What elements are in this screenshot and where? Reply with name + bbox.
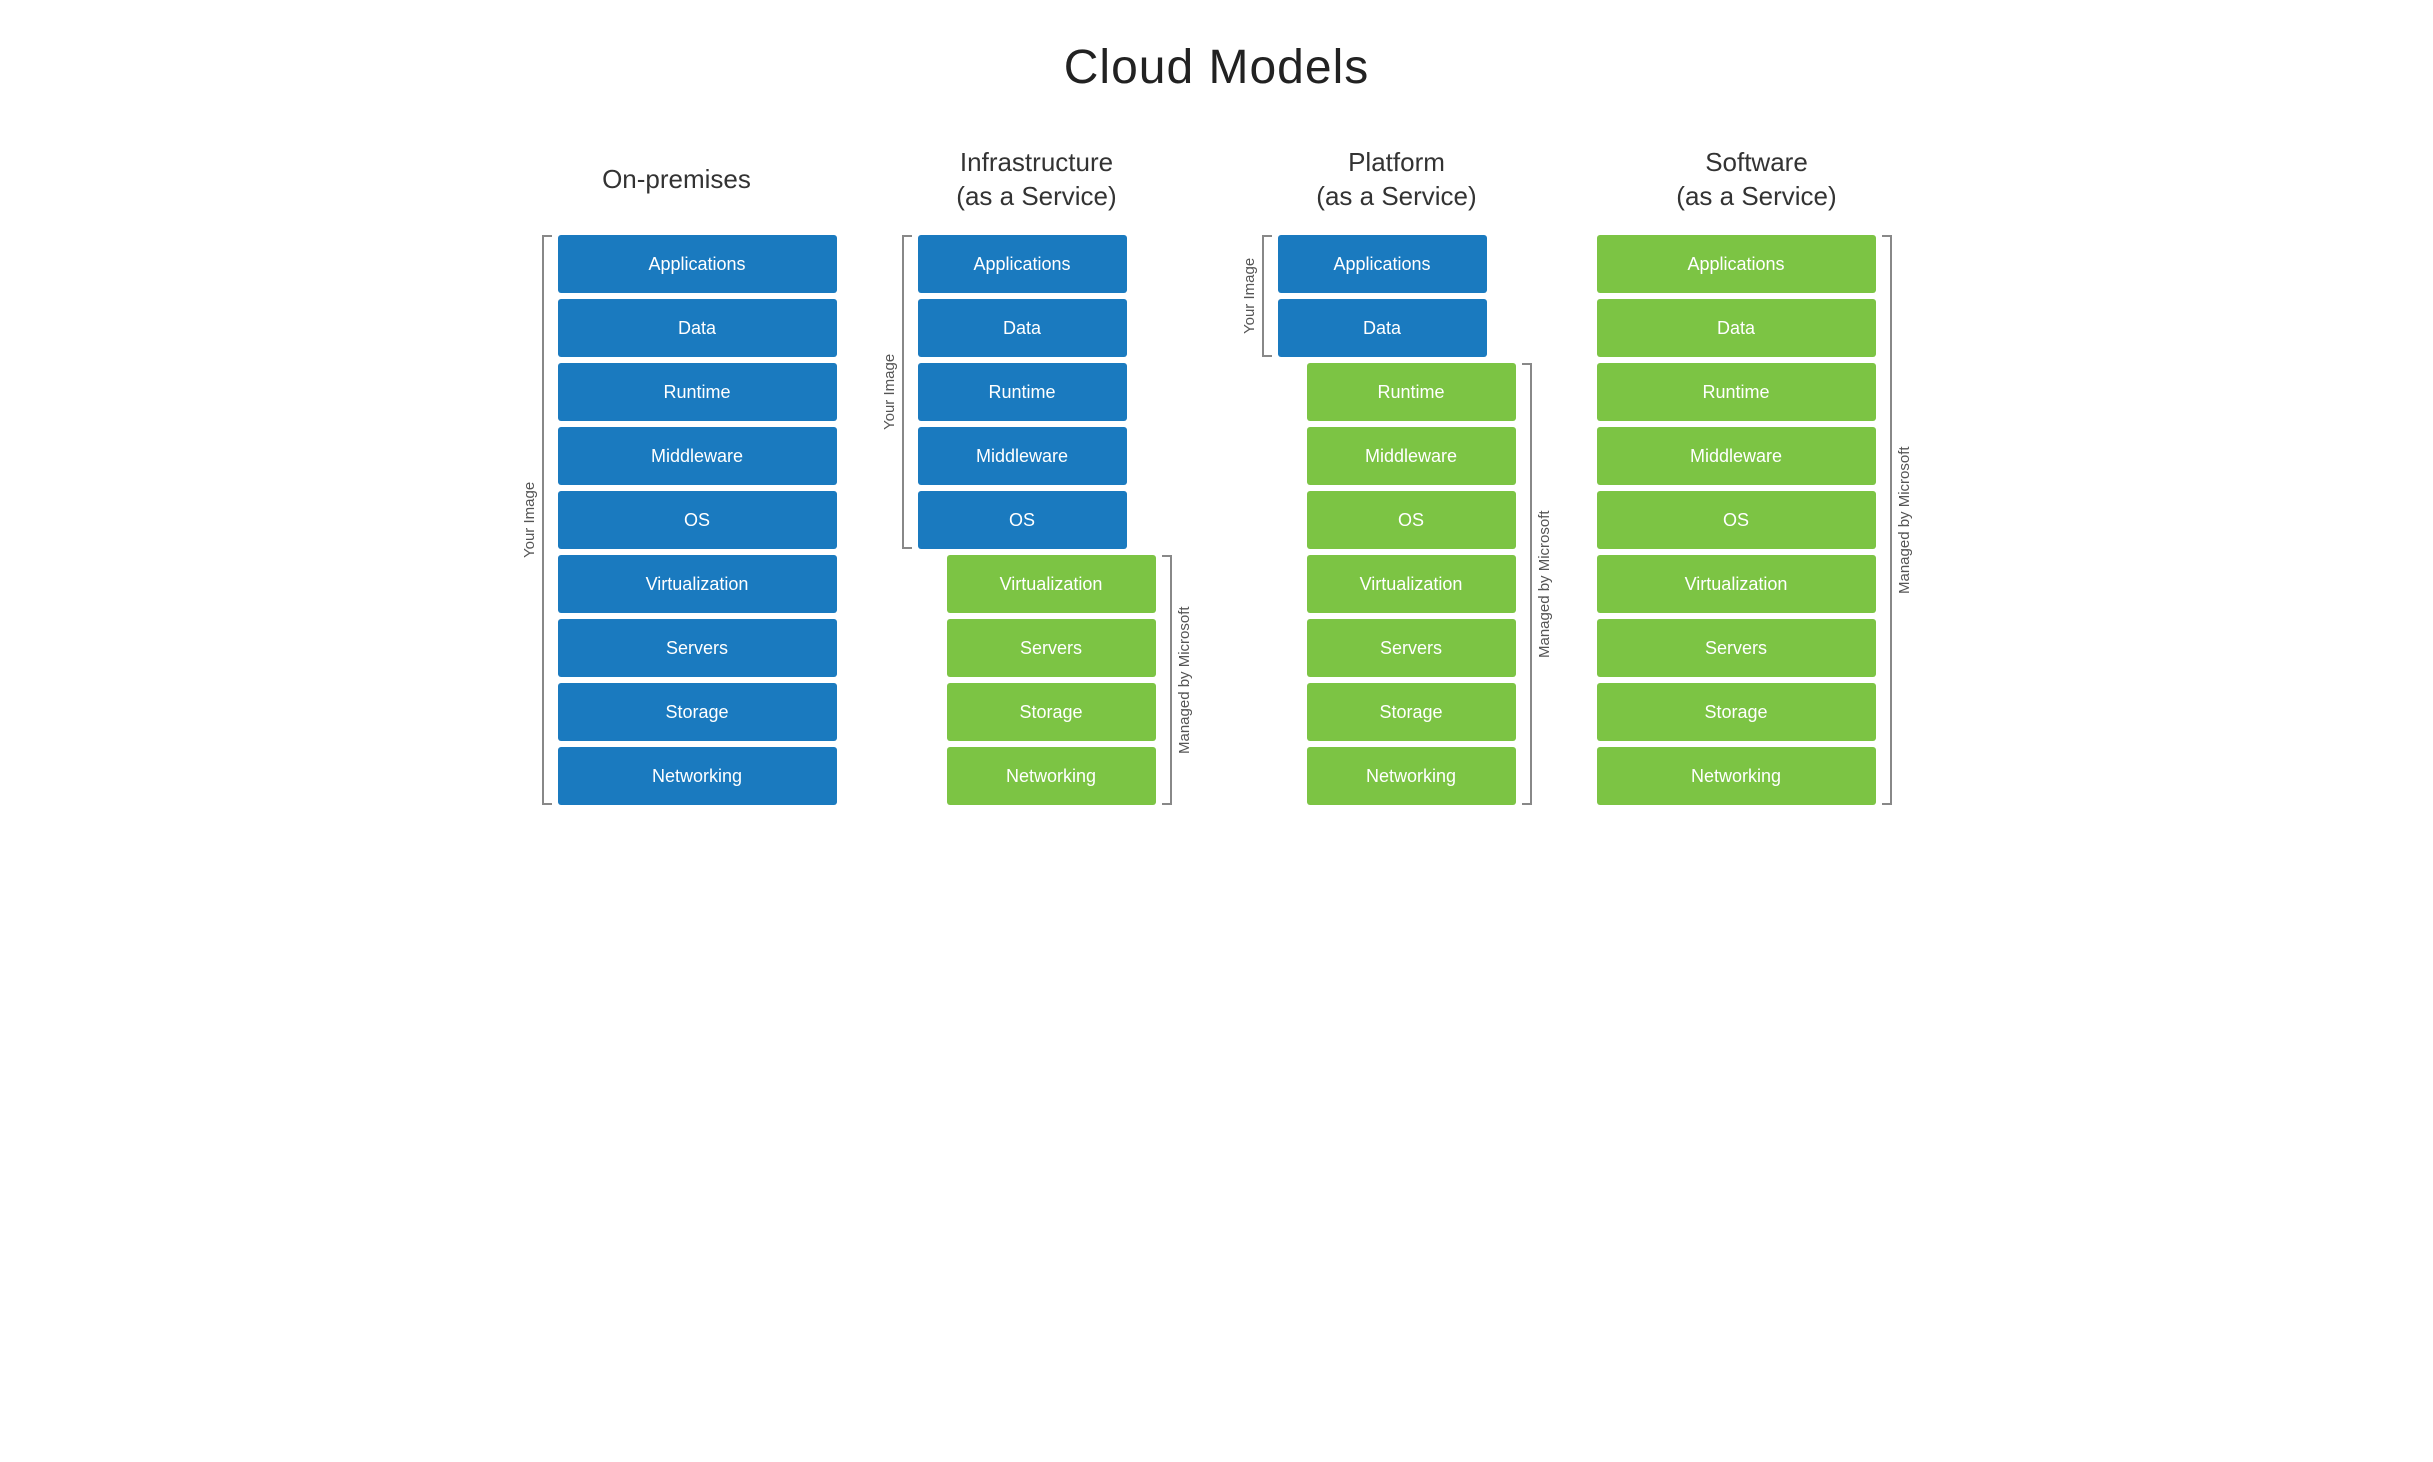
column-saas: Software(as a Service) Applications Data Ru… (1597, 145, 1917, 805)
stack-item: Applications (558, 235, 837, 293)
left-bracket-area: Your Image (517, 235, 552, 805)
stack-item: Virtualization (947, 555, 1156, 613)
stack-item: Storage (947, 683, 1156, 741)
stack-item: Middleware (918, 427, 1127, 485)
bottom-group: Virtualization Servers Storage Networking Ma… (877, 555, 1197, 805)
bottom-stack: Runtime Middleware OS Virtualization Servers… (1307, 363, 1516, 805)
column-title: Platform(as a Service) (1316, 145, 1476, 215)
right-bracket-line (1162, 555, 1172, 805)
right-bracket-area: Managed by Microsoft (1162, 555, 1197, 805)
stack-item: Applications (918, 235, 1127, 293)
stack-item: Storage (558, 683, 837, 741)
stack-item: Middleware (558, 427, 837, 485)
bracket-label: Managed by Microsoft (1892, 235, 1917, 805)
left-bracket-line (902, 235, 912, 549)
stack-item: Applications (1597, 235, 1876, 293)
column-title: Software(as a Service) (1676, 145, 1836, 215)
stack-item: Virtualization (558, 555, 837, 613)
stack-item: Storage (1307, 683, 1516, 741)
stack: Applications Data Runtime Middleware OS Virtu… (558, 235, 837, 805)
stack-item: Middleware (1307, 427, 1516, 485)
stack-item: OS (1307, 491, 1516, 549)
top-stack: Applications Data Runtime Middleware OS (918, 235, 1127, 549)
columns-wrapper: On-premises Your Image Applications Data Run… (517, 145, 1917, 805)
top-group: Your Image Applications Data Runtime Middlew… (877, 235, 1197, 549)
stack-item: Virtualization (1307, 555, 1516, 613)
stack-item: Servers (1597, 619, 1876, 677)
stack-item: Data (1278, 299, 1487, 357)
bracket-label: Managed by Microsoft (1532, 363, 1557, 805)
stack-with-brackets: Applications Data Runtime Middleware OS Virtu… (1597, 235, 1917, 805)
top-group: Your Image Applications Data (1237, 235, 1557, 357)
bottom-group: Runtime Middleware OS Virtualization Servers… (1237, 363, 1557, 805)
stack-item: Middleware (1597, 427, 1876, 485)
stack-item: Servers (947, 619, 1156, 677)
stack-item: Virtualization (1597, 555, 1876, 613)
bottom-stack: Virtualization Servers Storage Networking (947, 555, 1156, 805)
column-title: Infrastructure(as a Service) (956, 145, 1116, 215)
left-bracket-line (1262, 235, 1272, 357)
stack: Applications Data Runtime Middleware OS Virtu… (1597, 235, 1876, 805)
stack-item: Servers (1307, 619, 1516, 677)
left-bracket-area: Your Image (877, 235, 912, 549)
stack-item: Servers (558, 619, 837, 677)
right-bracket-area: Managed by Microsoft (1882, 235, 1917, 805)
bracket-label: Your Image (877, 235, 902, 549)
stack-item: OS (558, 491, 837, 549)
stack-item: Networking (1597, 747, 1876, 805)
stack-item: Storage (1597, 683, 1876, 741)
stack-item: Data (558, 299, 837, 357)
left-bracket-line (542, 235, 552, 805)
stack-item: OS (1597, 491, 1876, 549)
left-bracket-area: Your Image (1237, 235, 1272, 357)
top-stack: Applications Data (1278, 235, 1487, 357)
stack-item: Runtime (558, 363, 837, 421)
column-title: On-premises (602, 145, 751, 215)
column-on-premises: On-premises Your Image Applications Data Run… (517, 145, 837, 805)
page-title: Cloud Models (1064, 40, 1369, 95)
stack-item: Networking (558, 747, 837, 805)
stack-item: Data (918, 299, 1127, 357)
column-iaas: Infrastructure(as a Service) Your Image Ap… (877, 145, 1197, 805)
stack-item: Networking (947, 747, 1156, 805)
bracket-label: Your Image (1237, 235, 1262, 357)
stack-item: OS (918, 491, 1127, 549)
right-bracket-line (1522, 363, 1532, 805)
bracket-label: Your Image (517, 235, 542, 805)
stack-item: Networking (1307, 747, 1516, 805)
column-paas: Platform(as a Service) Your Image Applicat… (1237, 145, 1557, 805)
right-bracket-area: Managed by Microsoft (1522, 363, 1557, 805)
bracket-label: Managed by Microsoft (1172, 555, 1197, 805)
stack-with-brackets: Your Image Applications Data Runtime Middlew… (517, 235, 837, 805)
stack-item: Runtime (1307, 363, 1516, 421)
stack-item: Runtime (918, 363, 1127, 421)
stack-item: Data (1597, 299, 1876, 357)
stack-item: Applications (1278, 235, 1487, 293)
right-bracket-line (1882, 235, 1892, 805)
stack-item: Runtime (1597, 363, 1876, 421)
